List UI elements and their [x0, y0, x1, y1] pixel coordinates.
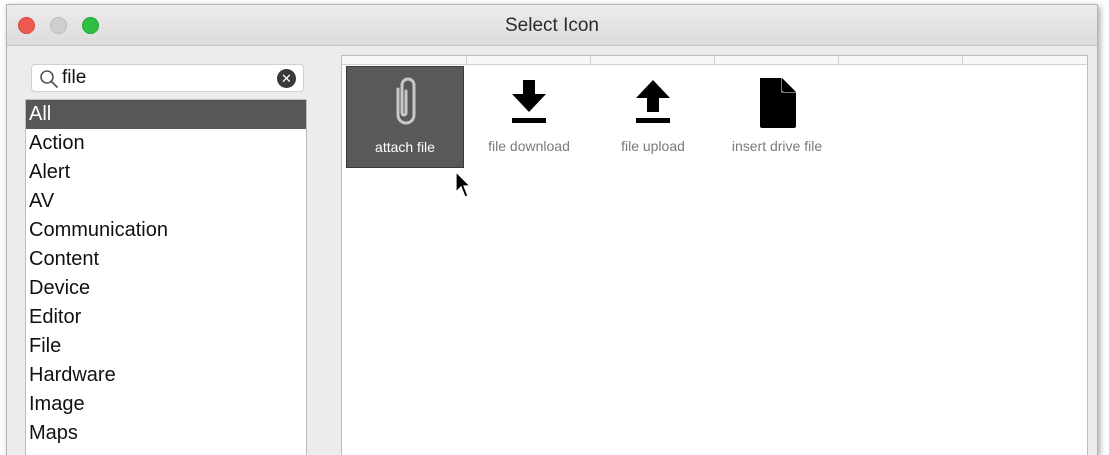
grid-column-divider [466, 56, 467, 64]
grid-column-divider [714, 56, 715, 64]
category-list: All Action Alert AV Communication Conten… [25, 99, 307, 455]
insert-drive-file-icon [760, 78, 796, 128]
category-item-device[interactable]: Device [26, 274, 306, 303]
search-input[interactable] [62, 66, 272, 90]
icon-label: file upload [621, 138, 685, 154]
category-item-editor[interactable]: Editor [26, 303, 306, 332]
attach-file-icon [396, 77, 416, 125]
category-item-av[interactable]: AV [26, 187, 306, 216]
grid-column-divider [962, 56, 963, 64]
category-item-action[interactable]: Action [26, 129, 306, 158]
category-item-image[interactable]: Image [26, 390, 306, 419]
icon-tile-file-download[interactable]: file download [470, 66, 588, 168]
icon-tile-attach-file[interactable]: attach file [346, 66, 464, 168]
search-field[interactable]: ✕ [31, 64, 304, 92]
clear-search-icon[interactable]: ✕ [277, 69, 296, 88]
grid-column-divider [838, 56, 839, 64]
category-item-alert[interactable]: Alert [26, 158, 306, 187]
window-title: Select Icon [505, 15, 599, 36]
file-download-icon [512, 80, 546, 123]
icon-label: insert drive file [731, 138, 823, 154]
category-item-maps[interactable]: Maps [26, 419, 306, 448]
title-bar: Select Icon [7, 5, 1097, 46]
file-upload-icon [636, 80, 670, 123]
icon-grid: attach file file download file upload in… [341, 55, 1088, 455]
category-item-all[interactable]: All [26, 100, 306, 129]
icon-label: attach file [375, 139, 435, 155]
mouse-pointer-icon [455, 170, 472, 198]
icon-tile-insert-drive-file[interactable]: insert drive file [718, 66, 836, 168]
icon-label: file download [488, 138, 570, 154]
category-item-communication[interactable]: Communication [26, 216, 306, 245]
grid-header [342, 56, 1087, 65]
icon-tile-file-upload[interactable]: file upload [594, 66, 712, 168]
category-item-file[interactable]: File [26, 332, 306, 361]
search-icon [40, 70, 58, 88]
category-item-hardware[interactable]: Hardware [26, 361, 306, 390]
grid-column-divider [590, 56, 591, 64]
select-icon-window: Select Icon ✕ All Action Alert AV Commun… [6, 4, 1098, 455]
category-item-content[interactable]: Content [26, 245, 306, 274]
